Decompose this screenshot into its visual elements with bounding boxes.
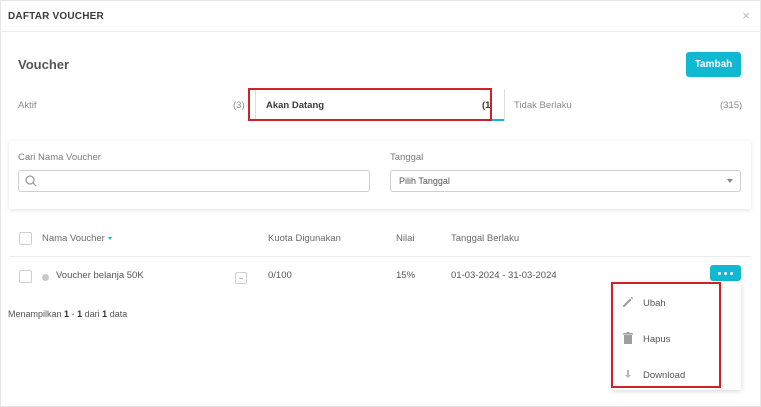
sort-icon [107,236,112,240]
tab-count: (3) [233,100,245,111]
menu-item-delete[interactable]: Hapus [613,321,719,355]
pagination-to: 1 [77,309,83,319]
menu-item-label: Download [643,370,686,381]
modal-header: DAFTAR VOUCHER × [1,1,761,32]
column-header-value: Nilai [396,233,415,244]
date-select-value: Pilih Tanggal [399,176,450,186]
tab-aktif[interactable]: Aktif (3) [1,89,251,121]
voucher-period: 01-03-2024 - 31-03-2024 [451,270,557,281]
column-header-period: Tanggal Berlaku [451,233,520,244]
search-input[interactable] [18,170,370,192]
pagination-separator: - [71,309,75,319]
search-icon [25,175,37,187]
filter-card: Cari Nama Voucher Tanggal Pilih Tanggal [9,141,751,209]
pagination-prefix: Menampilkan [8,309,62,319]
close-icon[interactable]: × [740,9,752,23]
chevron-down-icon [727,179,733,183]
pagination-suffix: data [109,309,128,319]
row-checkbox[interactable] [19,270,32,283]
tab-tidak-berlaku[interactable]: Tidak Berlaku (315) [504,89,744,121]
tab-label: Tidak Berlaku [514,100,572,111]
table-header: Nama Voucher Kuota Digunakan Nilai Tangg… [9,221,751,257]
column-header-label: Nama Voucher [42,233,105,244]
tab-count: (315) [720,100,743,111]
select-all-checkbox[interactable] [19,232,32,245]
trash-icon [623,332,633,344]
more-dot [718,271,721,275]
more-dot [724,271,727,275]
pagination-summary: Menampilkan 1 - 1 dari 1 data [8,309,127,319]
row-actions-button[interactable] [710,265,741,281]
copy-icon[interactable] [235,272,247,284]
menu-item-label: Hapus [643,334,671,345]
pagination-from: 1 [64,309,70,319]
menu-item-edit[interactable]: Ubah [613,285,719,319]
pagination-of: dari [84,309,100,319]
voucher-list-modal: DAFTAR VOUCHER × Voucher Tambah Aktif (3… [0,0,761,407]
download-icon [625,370,631,378]
more-dot [730,271,733,275]
column-header-name[interactable]: Nama Voucher [42,233,112,244]
add-voucher-button[interactable]: Tambah [686,52,741,77]
status-dot [42,274,49,281]
section-title: Voucher [18,57,70,72]
tab-label: Aktif [18,100,37,111]
modal-title: DAFTAR VOUCHER [8,11,104,22]
pencil-icon [623,296,634,307]
voucher-value: 15% [396,270,416,281]
tab-count: (1 [482,100,491,111]
tab-label: Akan Datang [266,100,325,111]
column-header-quota: Kuota Digunakan [268,233,341,244]
voucher-tabs: Aktif (3) Akan Datang (1 Tidak Berlaku (… [1,89,761,121]
row-actions-menu: Ubah Hapus Download [613,283,741,390]
tab-akan-datang[interactable]: Akan Datang (1 [255,89,504,121]
menu-item-label: Ubah [643,298,666,309]
date-select[interactable]: Pilih Tanggal [390,170,741,192]
voucher-quota: 0/100 [268,270,292,281]
voucher-name: Voucher belanja 50K [56,270,144,281]
search-label: Cari Nama Voucher [18,152,101,163]
active-tab-indicator [256,119,504,121]
menu-item-download[interactable]: Download [613,357,719,391]
pagination-total: 1 [102,309,108,319]
date-label: Tanggal [390,152,424,163]
